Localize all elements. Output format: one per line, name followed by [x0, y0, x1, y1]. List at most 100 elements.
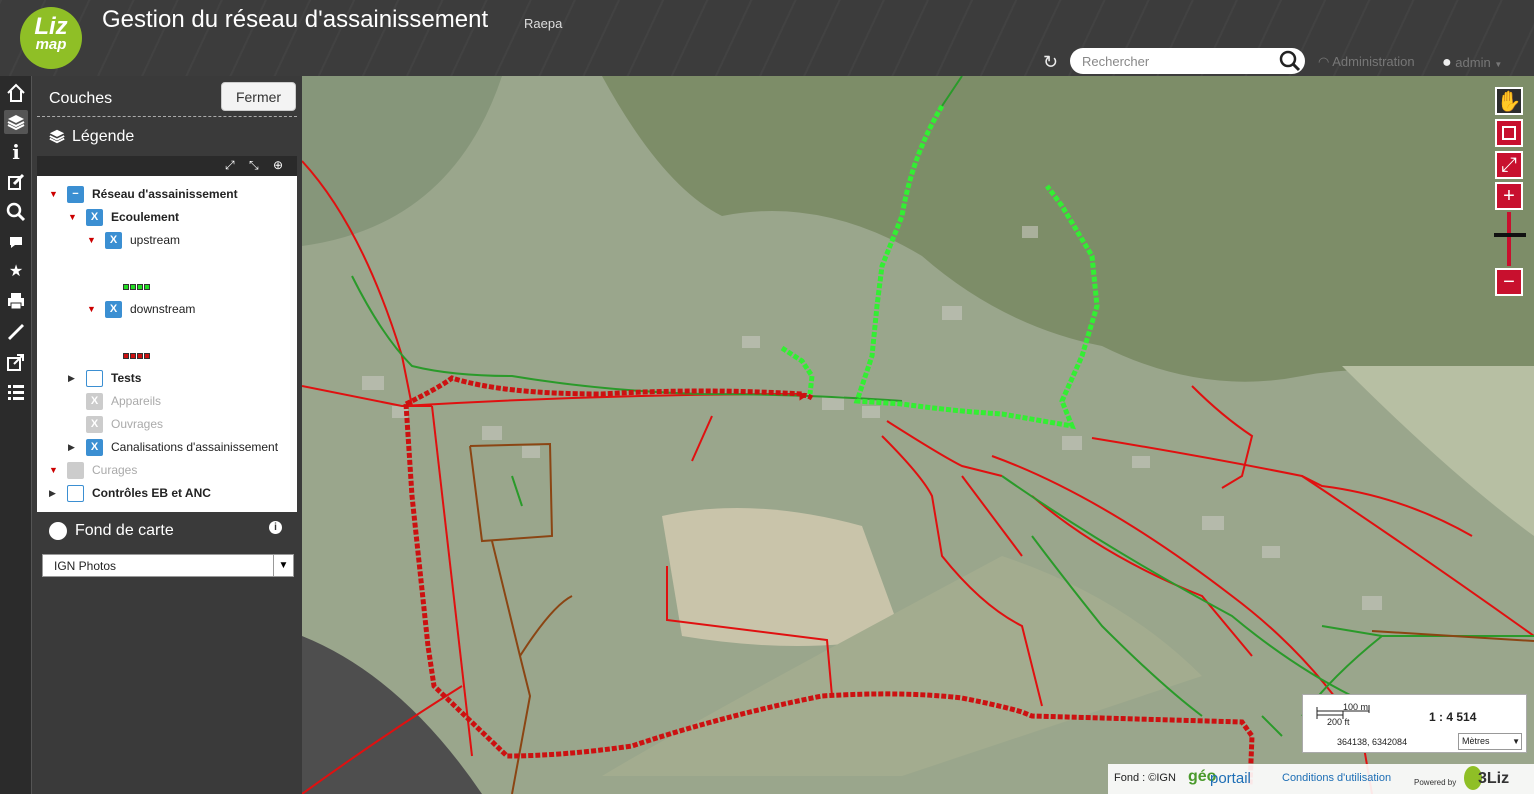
layer-label: Ouvrages	[111, 417, 164, 431]
zoom-out-button[interactable]: −	[1495, 268, 1523, 296]
caret-down-icon: ▼	[1494, 60, 1503, 69]
powered-by-label: Powered by	[1414, 778, 1457, 787]
layer-checkbox[interactable]: X	[105, 231, 122, 249]
zoom-slider[interactable]	[1507, 212, 1511, 266]
edit-icon[interactable]	[4, 170, 28, 194]
home-icon[interactable]	[4, 81, 28, 105]
layer-checkbox[interactable]	[86, 369, 103, 387]
tree-tools: ⤢ ⤡ ⊕	[37, 156, 297, 176]
expand-arrow-icon[interactable]: ▼	[49, 189, 59, 199]
page-title: Gestion du réseau d'assainissement	[102, 6, 489, 33]
measure-icon[interactable]	[4, 320, 28, 344]
zoom-layer-icon[interactable]: ⊕	[273, 158, 283, 172]
layer-checkbox[interactable]	[67, 461, 84, 479]
page-subtitle: Raepa	[524, 16, 563, 31]
tree-node[interactable]: X Ouvrages	[86, 415, 163, 433]
map-canvas[interactable]: ✋ ⤢ + − 100 m 200 ft 1 : 4 514 364138, 6…	[302, 76, 1534, 794]
layer-checkbox[interactable]: −	[67, 185, 84, 203]
expand-arrow-icon[interactable]: ▼	[87, 235, 97, 245]
layer-label: Tests	[111, 371, 142, 385]
divider	[37, 116, 297, 117]
info-icon[interactable]: i	[4, 140, 28, 164]
layer-checkbox[interactable]: X	[86, 392, 103, 410]
scale-label-metric: 100 m	[1343, 702, 1369, 712]
layer-label: Réseau d'assainissement	[92, 187, 238, 201]
tree-node[interactable]: ▶ Tests	[68, 369, 141, 387]
tree-node[interactable]: ▼ Curages	[49, 461, 137, 479]
scale-ratio: 1 : 4 514	[1429, 710, 1477, 724]
layer-label: upstream	[130, 233, 181, 247]
refresh-icon[interactable]: ↻	[1043, 52, 1058, 73]
lizmap-logo[interactable]: Liz map	[20, 7, 82, 69]
comment-icon[interactable]	[4, 230, 28, 254]
mouse-coordinates: 364138, 6342084	[1337, 737, 1408, 747]
layer-label: Ecoulement	[111, 210, 180, 224]
scale-bar	[1316, 705, 1370, 719]
layer-checkbox[interactable]: X	[86, 438, 103, 456]
zoom-extent-button[interactable]: ⤢	[1495, 151, 1523, 179]
expand-arrow-icon[interactable]: ▼	[49, 465, 59, 475]
collapse-all-icon[interactable]: ⤡	[249, 158, 259, 173]
layer-label: Appareils	[111, 394, 162, 408]
list-icon[interactable]	[4, 380, 28, 404]
collapse-arrow-icon[interactable]: ▶	[68, 373, 78, 384]
unit-select[interactable]: Mètres ▼	[1458, 733, 1522, 750]
zoom-slider-handle[interactable]	[1494, 233, 1526, 237]
map-layers	[302, 76, 1534, 794]
left-toolbar: i ★	[0, 76, 32, 794]
print-icon[interactable]	[4, 289, 28, 313]
layer-checkbox[interactable]	[67, 484, 84, 502]
star-icon[interactable]: ★	[4, 259, 28, 283]
search-icon[interactable]	[1279, 50, 1301, 72]
layers-icon	[49, 129, 65, 144]
user-label: admin	[1455, 55, 1491, 70]
expand-arrow-icon[interactable]: ▼	[68, 212, 78, 222]
layer-label: downstream	[130, 302, 196, 316]
collapse-arrow-icon[interactable]: ▶	[68, 442, 78, 453]
info-circle-icon[interactable]: i	[269, 521, 282, 534]
layer-checkbox[interactable]: X	[105, 300, 122, 318]
layer-checkbox[interactable]: X	[86, 208, 103, 226]
dashboard-icon: ◠	[1318, 54, 1330, 69]
collapse-arrow-icon[interactable]: ▶	[49, 488, 59, 499]
tree-node[interactable]: X Appareils	[86, 392, 161, 410]
layer-label: Curages	[92, 463, 138, 477]
tree-node[interactable]: ▼ − Réseau d'assainissement	[49, 185, 238, 203]
user-menu[interactable]: ● admin ▼	[1442, 54, 1502, 72]
zoom-in-button[interactable]: +	[1495, 182, 1523, 210]
basemap-title: Fond de carte	[75, 522, 174, 539]
caret-down-icon: ▼	[273, 555, 293, 576]
globe-icon	[49, 522, 67, 540]
tree-node[interactable]: ▶ X Canalisations d'assainissement	[68, 438, 278, 456]
search-icon[interactable]	[4, 200, 28, 224]
pan-button[interactable]: ✋	[1495, 87, 1523, 115]
layer-label: Canalisations d'assainissement	[111, 440, 279, 454]
zoom-box-button[interactable]	[1495, 119, 1523, 147]
basemap-select[interactable]: IGN Photos ▼	[42, 554, 294, 577]
share-icon[interactable]	[4, 350, 28, 374]
administration-label: Administration	[1332, 54, 1415, 69]
scale-panel: 100 m 200 ft 1 : 4 514 364138, 6342084 M…	[1302, 694, 1527, 753]
zoom-box-icon	[1502, 126, 1516, 140]
layer-checkbox[interactable]: X	[86, 415, 103, 433]
conditions-link[interactable]: Conditions d'utilisation	[1282, 772, 1391, 784]
scale-label-imperial: 200 ft	[1327, 717, 1350, 727]
app-header: Liz map Gestion du réseau d'assainisseme…	[0, 0, 1534, 76]
expand-all-icon[interactable]: ⤢	[225, 158, 235, 173]
3liz-logo[interactable]: 3Liz	[1478, 770, 1509, 788]
expand-arrow-icon[interactable]: ▼	[87, 304, 97, 314]
administration-link[interactable]: ◠ Administration	[1318, 54, 1415, 70]
unit-value: Mètres	[1462, 736, 1490, 746]
plus-icon: +	[1503, 184, 1515, 207]
tree-node[interactable]: ▶ Contrôles EB et ANC	[49, 484, 211, 502]
layer-label: Contrôles EB et ANC	[92, 486, 211, 500]
layers-panel: Couches Fermer Légende ⤢ ⤡ ⊕ ▼ − Réseau …	[33, 76, 301, 794]
layers-icon[interactable]	[4, 110, 28, 134]
panel-title: Couches	[49, 90, 113, 107]
tree-node[interactable]: ▼ X downstream	[87, 300, 195, 318]
search-input[interactable]	[1082, 52, 1272, 70]
geoportail-logo-suffix[interactable]: portail	[1210, 770, 1251, 787]
tree-node[interactable]: ▼ X upstream	[87, 231, 180, 249]
tree-node[interactable]: ▼ X Ecoulement	[68, 208, 179, 226]
close-panel-button[interactable]: Fermer	[221, 82, 296, 111]
